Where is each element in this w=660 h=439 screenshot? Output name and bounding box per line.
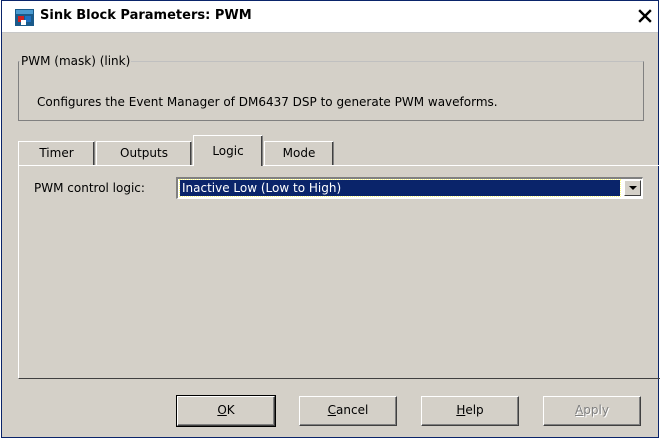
cancel-label-rest: ancel	[336, 403, 369, 417]
dialog-window: Sink Block Parameters: PWM PWM (mask) (l…	[1, 0, 660, 438]
cancel-button[interactable]: Cancel	[299, 396, 397, 426]
ok-label-rest: K	[226, 403, 235, 417]
tab-logic[interactable]: Logic	[193, 135, 263, 166]
apply-button[interactable]: Apply	[543, 396, 641, 426]
tab-outputs[interactable]: Outputs	[96, 141, 192, 165]
mask-description-group	[18, 61, 644, 121]
tab-mode[interactable]: Mode	[264, 141, 334, 165]
tab-bar: Timer Outputs Logic Mode	[18, 135, 644, 166]
tab-timer-label: Timer	[39, 146, 74, 160]
close-icon[interactable]	[636, 7, 654, 25]
simulink-block-icon	[15, 9, 34, 26]
pwm-control-logic-select[interactable]: Inactive Low (Low to High)	[176, 177, 643, 199]
cancel-mnemonic: C	[327, 403, 337, 417]
title-bar[interactable]: Sink Block Parameters: PWM	[2, 1, 658, 33]
chevron-down-icon	[629, 186, 637, 190]
ok-button[interactable]: OK	[176, 395, 276, 427]
window-title: Sink Block Parameters: PWM	[40, 8, 252, 23]
tab-outputs-label: Outputs	[120, 146, 168, 160]
apply-label-rest: pply	[583, 403, 609, 417]
tab-logic-label: Logic	[212, 144, 244, 158]
tab-mode-label: Mode	[282, 146, 316, 160]
pwm-control-logic-value: Inactive Low (Low to High)	[179, 179, 621, 197]
help-label-rest: elp	[465, 403, 484, 417]
mask-description-text: Configures the Event Manager of DM6437 D…	[37, 95, 498, 109]
help-button[interactable]: Help	[421, 396, 519, 426]
dropdown-arrow-button[interactable]	[624, 180, 641, 196]
ok-mnemonic: O	[217, 403, 227, 417]
help-mnemonic: H	[456, 403, 466, 417]
mask-group-label: PWM (mask) (link)	[20, 54, 132, 68]
pwm-control-logic-label: PWM control logic:	[34, 181, 145, 195]
tab-timer[interactable]: Timer	[18, 141, 95, 165]
